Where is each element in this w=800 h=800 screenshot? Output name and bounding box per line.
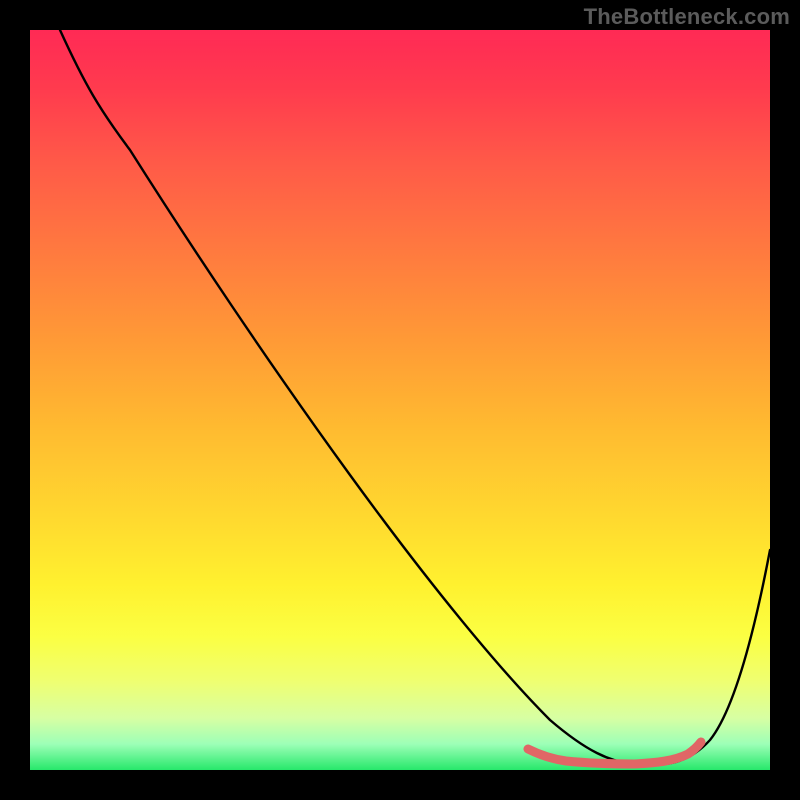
optimal-range-marker (528, 742, 701, 764)
watermark-text: TheBottleneck.com (584, 4, 790, 30)
bottleneck-curve (60, 30, 770, 765)
chart-frame: TheBottleneck.com (0, 0, 800, 800)
curve-layer (30, 30, 770, 770)
plot-area (30, 30, 770, 770)
